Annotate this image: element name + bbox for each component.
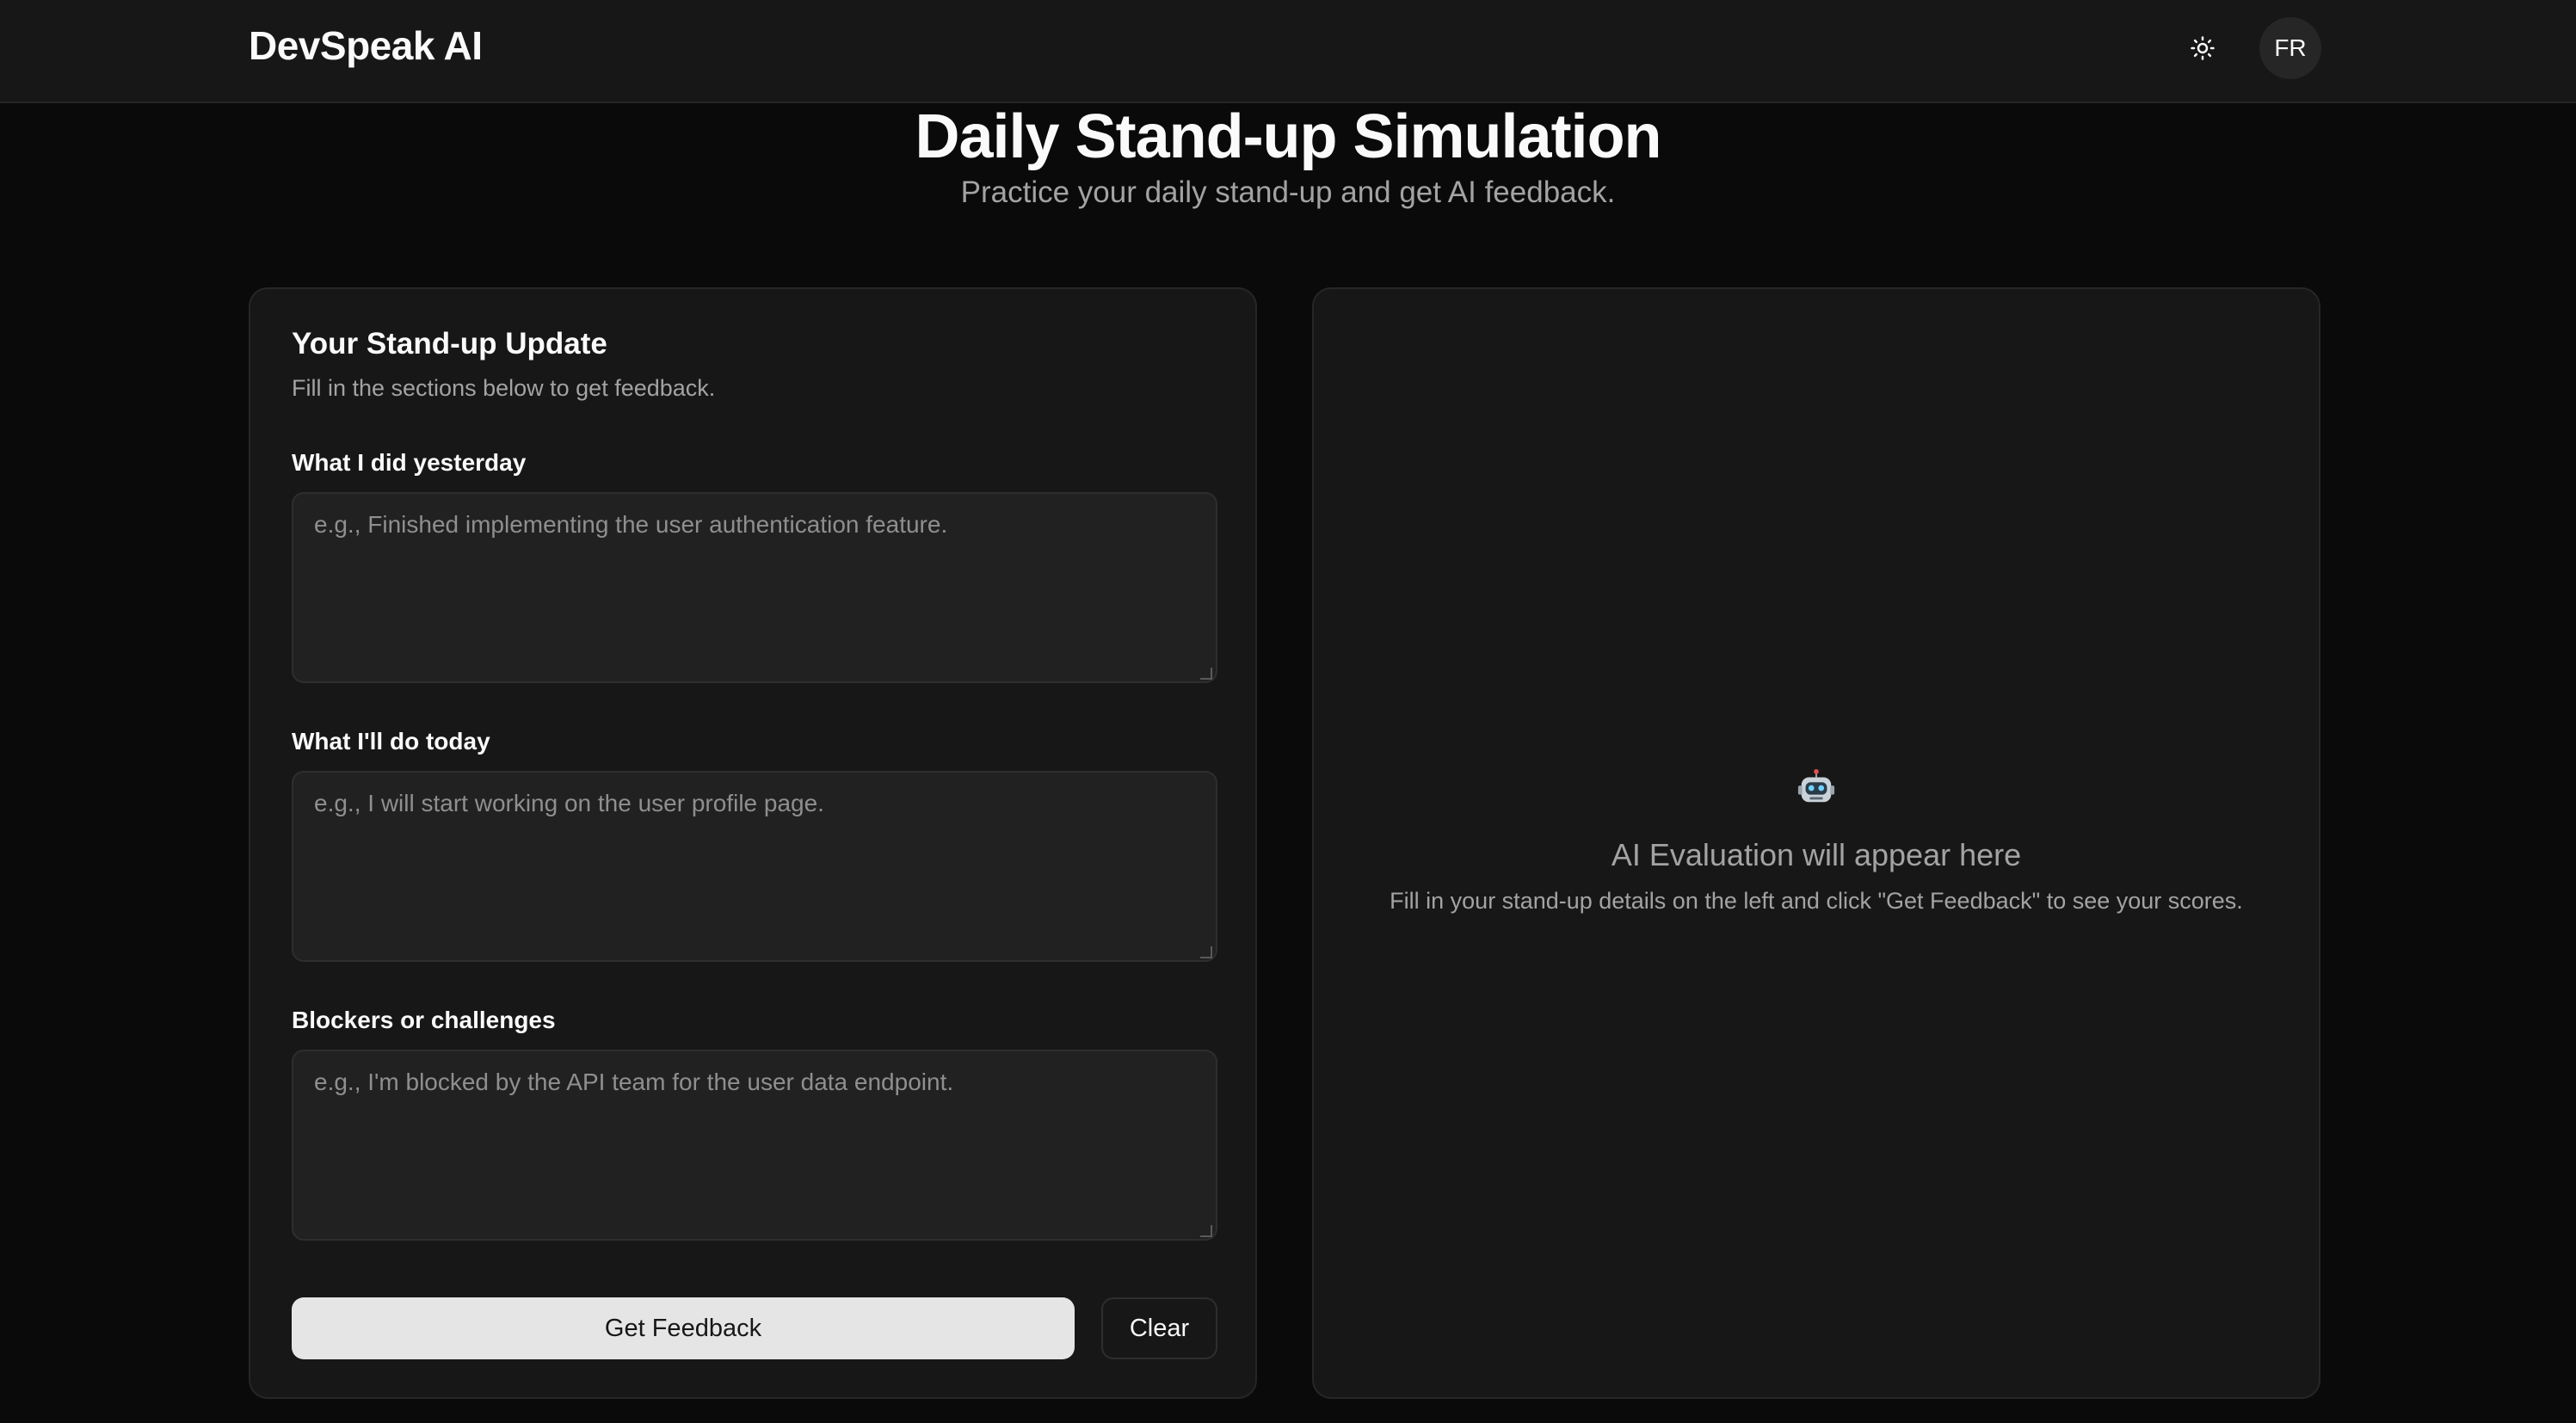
get-feedback-button[interactable]: Get Feedback <box>292 1297 1075 1359</box>
form-description: Fill in the sections below to get feedba… <box>292 375 716 401</box>
clear-button[interactable]: Clear <box>1101 1297 1217 1359</box>
resize-handle-icon[interactable] <box>1200 946 1212 958</box>
yesterday-textarea[interactable] <box>292 492 1217 683</box>
form-title: Your Stand-up Update <box>292 327 607 360</box>
theme-toggle-button[interactable] <box>2177 21 2228 76</box>
standup-form-card: Your Stand-up Update Fill in the section… <box>249 287 1257 1399</box>
evaluation-title: AI Evaluation will appear here <box>1611 837 2022 872</box>
today-textarea[interactable] <box>292 771 1217 962</box>
resize-handle-icon[interactable] <box>1200 668 1212 680</box>
blockers-label: Blockers or challenges <box>292 1007 556 1033</box>
robot-icon <box>1797 768 1835 803</box>
page-subtitle: Practice your daily stand-up and get AI … <box>960 176 1616 209</box>
blockers-textarea[interactable] <box>292 1050 1217 1241</box>
user-avatar[interactable]: FR <box>2259 17 2321 79</box>
brand-logo[interactable]: DevSpeak AI <box>249 22 483 69</box>
sun-icon <box>2191 36 2215 60</box>
yesterday-label: What I did yesterday <box>292 449 527 476</box>
today-label: What I'll do today <box>292 728 490 755</box>
evaluation-description: Fill in your stand-up details on the lef… <box>1390 888 2243 914</box>
evaluation-card: AI Evaluation will appear here Fill in y… <box>1312 287 2320 1399</box>
resize-handle-icon[interactable] <box>1200 1225 1212 1237</box>
top-navbar: DevSpeak AI FR <box>0 0 2576 103</box>
page-title: Daily Stand-up Simulation <box>915 102 1661 171</box>
